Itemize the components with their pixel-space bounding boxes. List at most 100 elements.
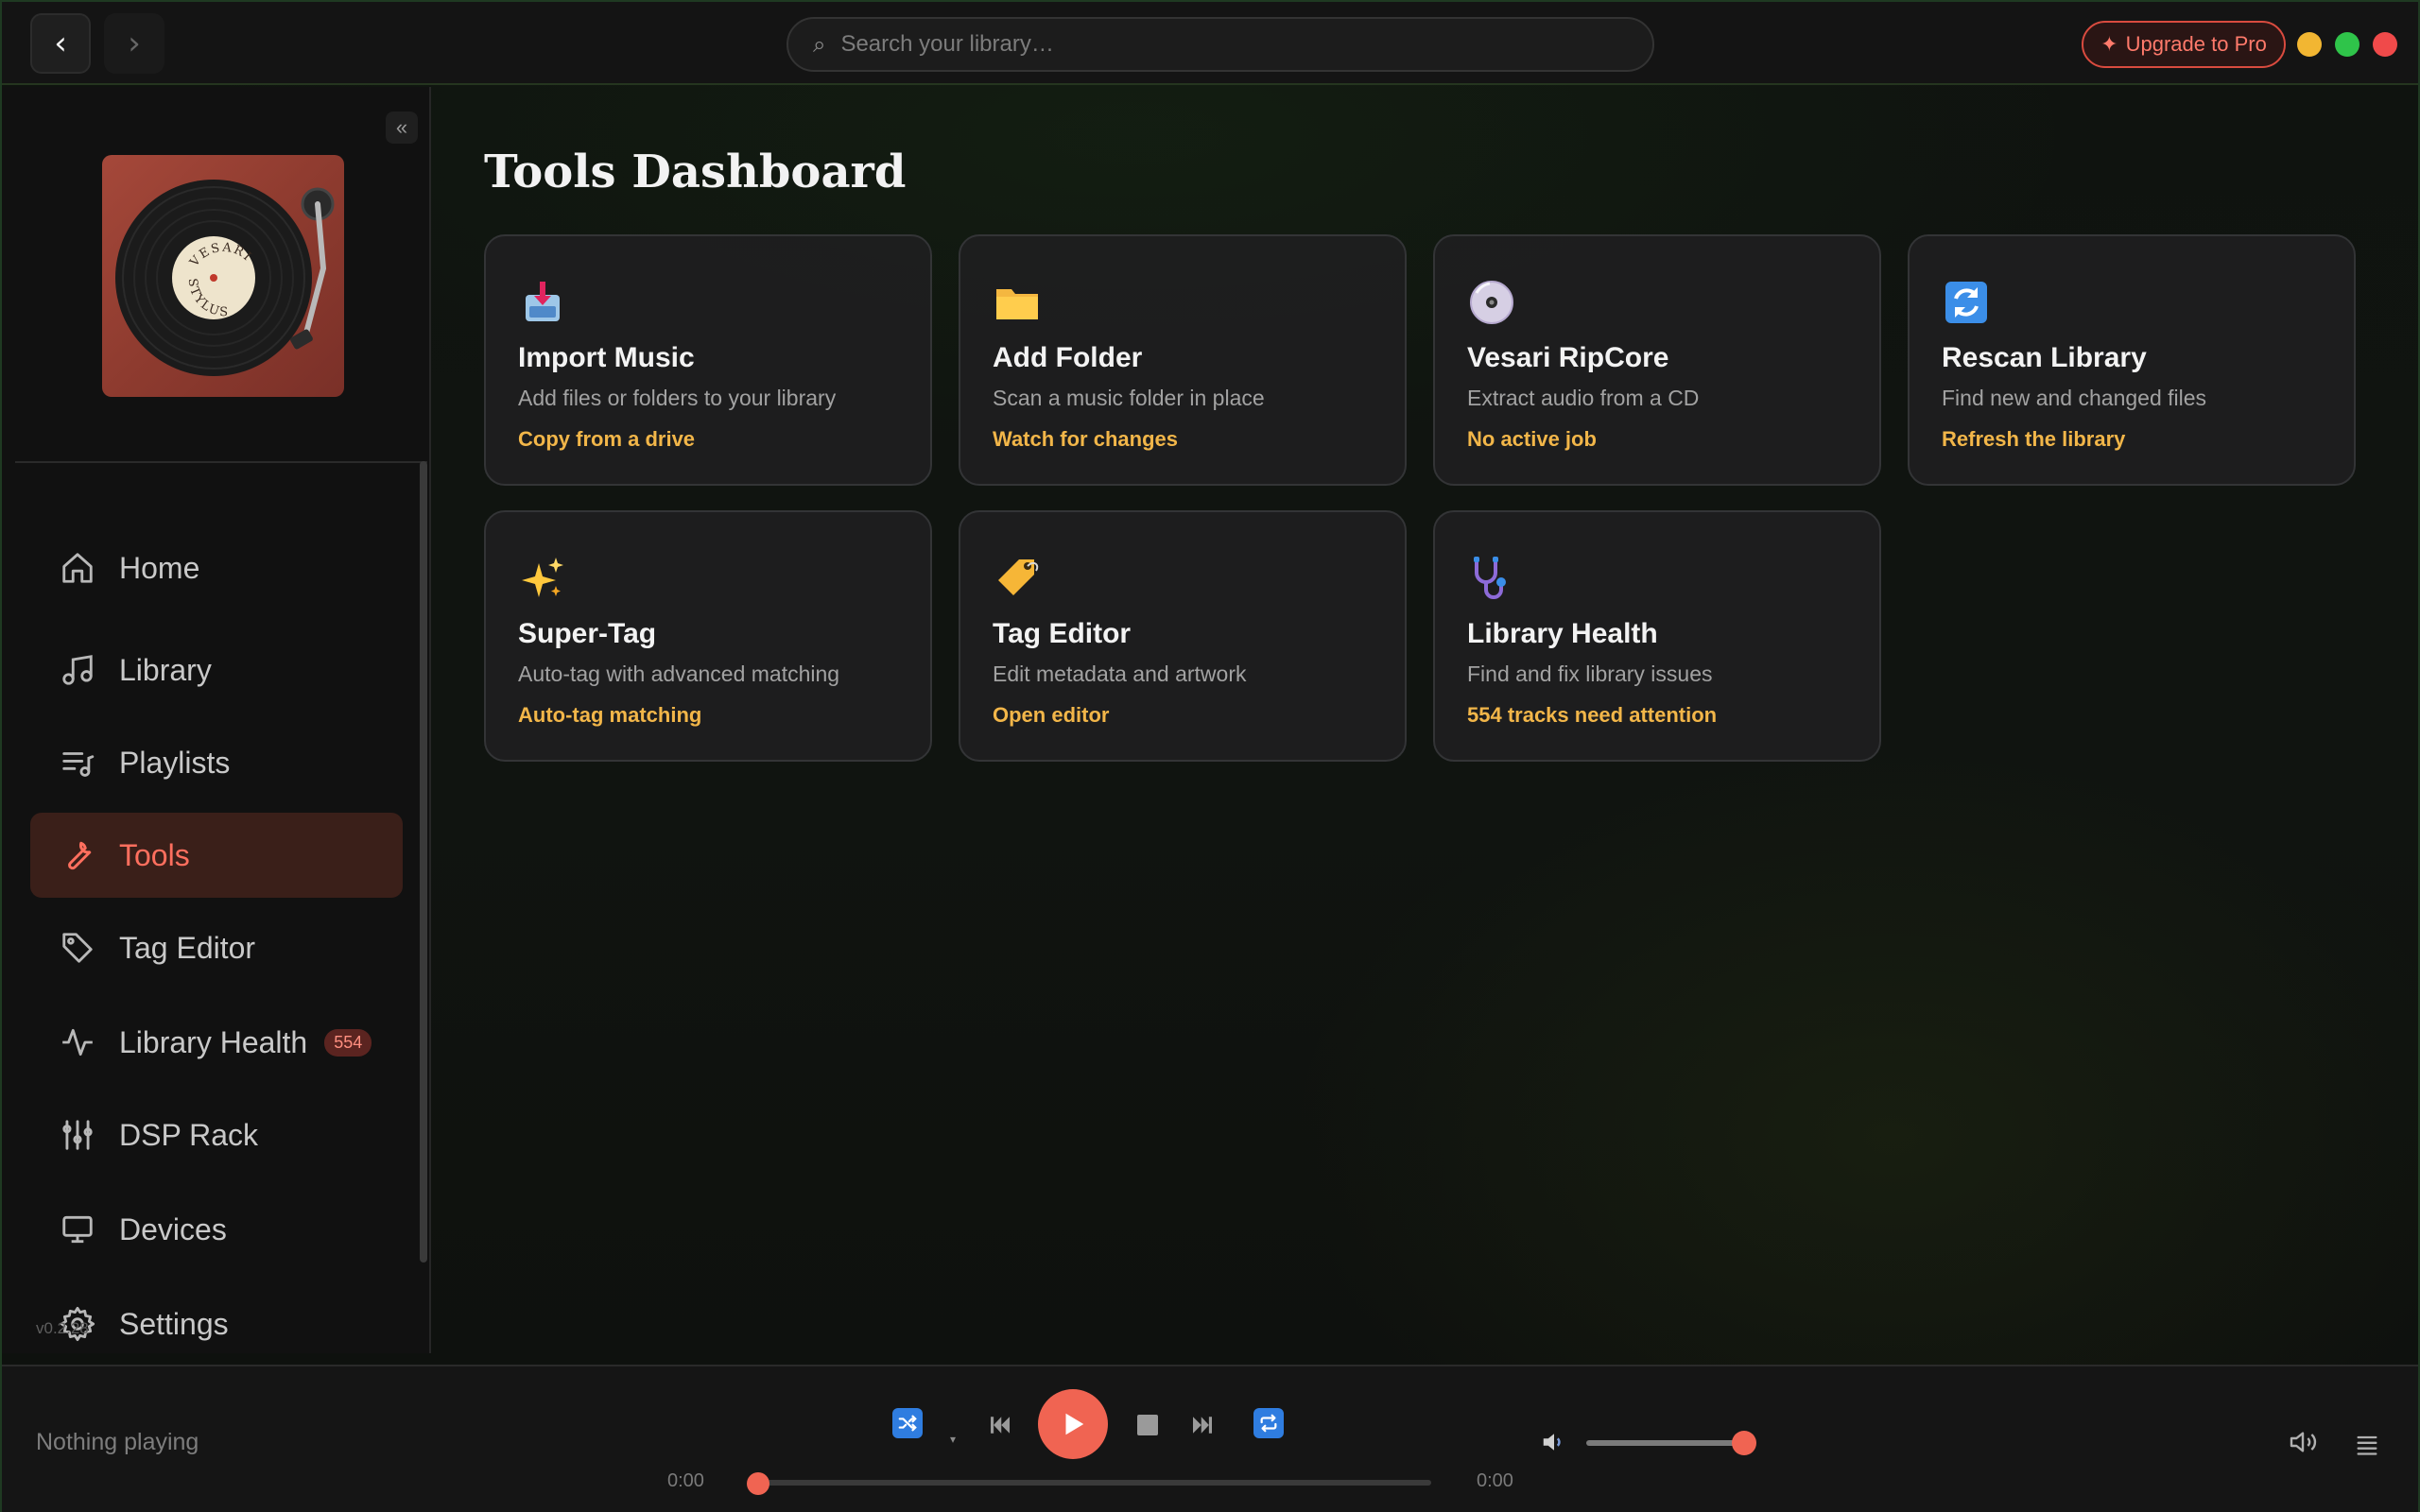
card-title: Rescan Library bbox=[1942, 342, 2147, 373]
volume-handle[interactable] bbox=[1732, 1431, 1756, 1455]
stop-icon bbox=[1137, 1415, 1158, 1435]
player-bar: Nothing playing ▾ 0:00 0:00 bbox=[2, 1365, 2418, 1512]
refresh-icon bbox=[1942, 278, 1991, 327]
skip-forward-icon bbox=[1193, 1417, 1212, 1434]
seek-bar[interactable] bbox=[758, 1480, 1431, 1486]
playlist-icon bbox=[59, 744, 96, 782]
tool-card-import-music[interactable]: Import Music Add files or folders to you… bbox=[484, 234, 932, 486]
sidebar-item-label: DSP Rack bbox=[119, 1117, 259, 1152]
sidebar-item-playlists[interactable]: Playlists bbox=[30, 720, 403, 805]
next-track-button[interactable] bbox=[1185, 1408, 1219, 1442]
skip-back-icon bbox=[991, 1417, 1010, 1434]
repeat-button[interactable] bbox=[1253, 1408, 1284, 1438]
tool-card-super-tag[interactable]: Super-Tag Auto-tag with advanced matchin… bbox=[484, 510, 932, 762]
card-description: Scan a music folder in place bbox=[993, 386, 1265, 410]
volume-slider[interactable] bbox=[1586, 1440, 1743, 1446]
card-title: Tag Editor bbox=[993, 618, 1132, 649]
output-device-button[interactable] bbox=[2284, 1423, 2322, 1461]
maximize-button[interactable] bbox=[2335, 32, 2360, 57]
play-button[interactable] bbox=[1038, 1389, 1108, 1459]
queue-button[interactable] bbox=[2348, 1425, 2386, 1463]
card-title: Library Health bbox=[1467, 618, 1658, 649]
sliders-icon bbox=[59, 1116, 96, 1154]
chevron-right-icon: › bbox=[128, 25, 141, 62]
sidebar-item-home[interactable]: Home bbox=[30, 525, 403, 610]
sidebar-item-dsp-rack[interactable]: DSP Rack bbox=[30, 1092, 403, 1177]
inbox-tray-icon bbox=[518, 278, 567, 327]
card-description: Add files or folders to your library bbox=[518, 386, 837, 410]
upgrade-label: Upgrade to Pro bbox=[2125, 32, 2267, 56]
collapse-sidebar-button[interactable]: « bbox=[386, 112, 418, 144]
folder-icon bbox=[993, 278, 1042, 327]
queue-list-icon bbox=[2357, 1435, 2377, 1455]
wrench-icon bbox=[59, 836, 96, 874]
sidebar-item-label: Tools bbox=[119, 837, 190, 872]
tool-card-tag-editor[interactable]: Tag Editor Edit metadata and artwork Ope… bbox=[959, 510, 1407, 762]
stethoscope-icon bbox=[1467, 554, 1516, 603]
search-input[interactable] bbox=[840, 31, 1616, 58]
sidebar-item-library-health[interactable]: Library Health 554 bbox=[30, 1000, 403, 1085]
sidebar-item-tools[interactable]: Tools bbox=[30, 813, 403, 898]
time-elapsed: 0:00 bbox=[667, 1470, 704, 1491]
pulse-icon bbox=[59, 1023, 96, 1061]
sidebar-item-label: Library Health bbox=[119, 1024, 308, 1059]
health-count-badge: 554 bbox=[324, 1028, 372, 1057]
tool-card-ripcore[interactable]: Vesari RipCore Extract audio from a CD N… bbox=[1433, 234, 1881, 486]
previous-track-button[interactable] bbox=[983, 1408, 1017, 1442]
card-description: Edit metadata and artwork bbox=[993, 662, 1247, 686]
sidebar-item-label: Home bbox=[119, 550, 200, 585]
upgrade-button[interactable]: ✦ Upgrade to Pro bbox=[2082, 21, 2286, 68]
disc-icon bbox=[1467, 278, 1516, 327]
music-note-icon bbox=[59, 651, 96, 689]
sparkle-icon: ✦ bbox=[2100, 32, 2118, 56]
stop-button[interactable] bbox=[1132, 1410, 1163, 1440]
home-icon bbox=[59, 549, 96, 587]
card-description: Auto-tag with advanced matching bbox=[518, 662, 840, 686]
tool-card-add-folder[interactable]: Add Folder Scan a music folder in place … bbox=[959, 234, 1407, 486]
main-content: Tools Dashboard Import Music Add files o… bbox=[433, 87, 2420, 1353]
sidebar-item-library[interactable]: Library bbox=[30, 627, 403, 713]
sparkles-icon bbox=[518, 554, 567, 603]
card-action-link[interactable]: Refresh the library bbox=[1942, 427, 2125, 452]
forward-button[interactable]: › bbox=[104, 13, 164, 74]
caret-down-icon: ▾ bbox=[949, 1433, 957, 1446]
speaker-icon bbox=[1543, 1434, 1561, 1451]
play-icon bbox=[1065, 1413, 1084, 1435]
shuffle-icon bbox=[892, 1408, 923, 1438]
card-description: Find and fix library issues bbox=[1467, 662, 1713, 686]
shuffle-mode-dropdown[interactable]: ▾ bbox=[945, 1433, 960, 1446]
shuffle-button[interactable] bbox=[892, 1408, 923, 1438]
card-action-link[interactable]: Auto-tag matching bbox=[518, 703, 701, 728]
sidebar-item-tag-editor[interactable]: Tag Editor bbox=[30, 905, 403, 990]
sidebar-item-label: Tag Editor bbox=[119, 930, 256, 965]
search-bar[interactable]: ⌕ bbox=[786, 17, 1654, 72]
card-title: Add Folder bbox=[993, 342, 1143, 373]
sidebar-item-label: Playlists bbox=[119, 745, 231, 780]
card-title: Vesari RipCore bbox=[1467, 342, 1669, 373]
card-action-link[interactable]: Copy from a drive bbox=[518, 427, 695, 452]
card-action-link[interactable]: No active job bbox=[1467, 427, 1597, 452]
seek-handle[interactable] bbox=[747, 1472, 769, 1495]
close-button[interactable] bbox=[2373, 32, 2397, 57]
page-title: Tools Dashboard bbox=[484, 146, 907, 198]
repeat-icon bbox=[1253, 1408, 1284, 1438]
card-action-link[interactable]: 554 tracks need attention bbox=[1467, 703, 1717, 728]
card-description: Extract audio from a CD bbox=[1467, 386, 1700, 410]
sidebar-scrollbar[interactable] bbox=[420, 461, 427, 1263]
card-title: Super-Tag bbox=[518, 618, 657, 649]
tool-card-rescan-library[interactable]: Rescan Library Find new and changed file… bbox=[1908, 234, 2356, 486]
sidebar-divider bbox=[15, 461, 427, 463]
back-button[interactable]: ‹ bbox=[30, 13, 91, 74]
mute-button[interactable] bbox=[1537, 1425, 1571, 1459]
app-version: v0.2.28 bbox=[36, 1319, 89, 1337]
speaker-outline-icon bbox=[2290, 1432, 2317, 1452]
now-playing-text: Nothing playing bbox=[36, 1429, 199, 1455]
sidebar-item-label: Settings bbox=[119, 1306, 229, 1341]
card-action-link[interactable]: Watch for changes bbox=[993, 427, 1178, 452]
tool-card-library-health[interactable]: Library Health Find and fix library issu… bbox=[1433, 510, 1881, 762]
chevron-left-icon: ‹ bbox=[54, 25, 67, 62]
minimize-button[interactable] bbox=[2297, 32, 2322, 57]
tag-icon bbox=[59, 929, 96, 967]
sidebar-item-devices[interactable]: Devices bbox=[30, 1187, 403, 1272]
card-action-link[interactable]: Open editor bbox=[993, 703, 1109, 728]
